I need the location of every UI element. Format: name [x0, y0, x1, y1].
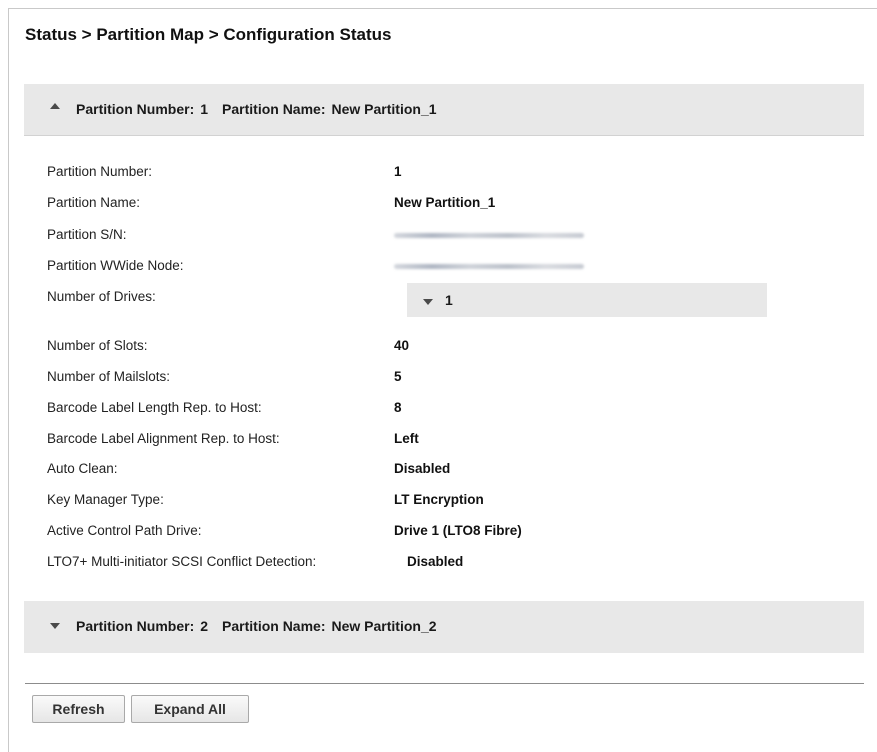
redacted-value: [394, 233, 584, 238]
detail-label: LTO7+ Multi-initiator SCSI Conflict Dete…: [47, 554, 317, 569]
partition-number-value: 1: [200, 101, 209, 117]
detail-label: Partition Name:: [47, 195, 141, 210]
partition-name-label: Partition Name:: [222, 618, 326, 634]
detail-label: Key Manager Type:: [47, 492, 164, 507]
divider: [25, 683, 864, 684]
redacted-value: [394, 264, 584, 269]
detail-label: Auto Clean:: [47, 461, 118, 476]
detail-value: 5: [394, 369, 402, 384]
detail-label: Number of Mailslots:: [47, 369, 171, 384]
detail-value: 1: [394, 164, 402, 179]
detail-label: Active Control Path Drive:: [47, 523, 202, 538]
detail-value: Drive 1 (LTO8 Fibre): [394, 523, 522, 538]
detail-value: 8: [394, 400, 402, 415]
partition-name-value: New Partition_2: [331, 618, 437, 634]
detail-value: Disabled: [407, 554, 464, 569]
detail-label: Partition S/N:: [47, 227, 127, 242]
expand-all-button[interactable]: Expand All: [131, 695, 249, 723]
partition-1-header[interactable]: Partition Number: 1 Partition Name: New Par…: [24, 84, 864, 136]
refresh-button[interactable]: Refresh: [32, 695, 125, 723]
detail-label: Barcode Label Length Rep. to Host:: [47, 400, 262, 415]
detail-label: Number of Slots:: [47, 338, 148, 353]
detail-label: Barcode Label Alignment Rep. to Host:: [47, 431, 280, 446]
expand-arrow-icon[interactable]: [50, 623, 60, 629]
detail-label: Number of Drives:: [47, 289, 156, 304]
detail-value: Left: [394, 431, 419, 446]
partition-1-header-text: Partition Number: 1 Partition Name: New Par…: [76, 101, 443, 117]
detail-label: Partition WWide Node:: [47, 258, 184, 273]
detail-value: LT Encryption: [394, 492, 484, 507]
partition-name-value: New Partition_1: [331, 101, 437, 117]
detail-value: Disabled: [394, 461, 451, 476]
collapse-arrow-icon[interactable]: [50, 103, 60, 109]
partition-2-header-text: Partition Number: 2 Partition Name: New Par…: [76, 618, 443, 634]
partition-number-label: Partition Number:: [76, 618, 195, 634]
partition-name-label: Partition Name:: [222, 101, 326, 117]
partition-2-header[interactable]: Partition Number: 2 Partition Name: New Par…: [24, 601, 864, 653]
detail-value: 1: [445, 292, 453, 308]
detail-value: New Partition_1: [394, 195, 496, 210]
partition-number-value: 2: [200, 618, 209, 634]
page-title: Status > Partition Map > Configuration S…: [25, 25, 392, 44]
detail-label: Partition Number:: [47, 164, 153, 179]
detail-value: 40: [394, 338, 410, 353]
partition-number-label: Partition Number:: [76, 101, 195, 117]
expand-arrow-icon[interactable]: [423, 299, 433, 305]
drives-expander[interactable]: 1: [407, 283, 767, 317]
